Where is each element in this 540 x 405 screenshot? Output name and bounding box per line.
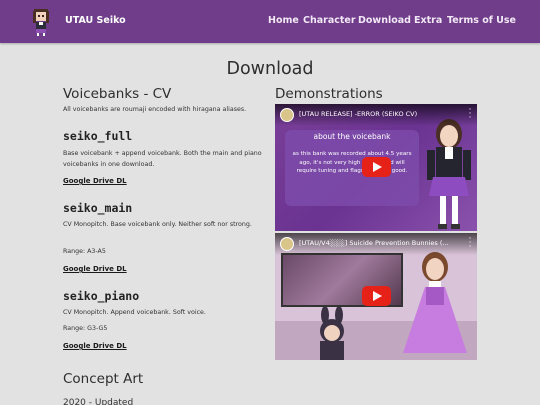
nav-terms-of-use[interactable]: Terms of Use bbox=[447, 15, 516, 26]
bank-desc-seiko-main: CV Monopitch. Base voicebank only. Neith… bbox=[63, 221, 252, 228]
play-button-icon[interactable] bbox=[362, 286, 391, 306]
seiko-character-art bbox=[427, 119, 471, 229]
voicebanks-heading: Voicebanks - CV bbox=[63, 86, 172, 102]
video-embed-error[interactable]: about the voicebank as this bank was rec… bbox=[275, 104, 477, 231]
bank-name-seiko-piano: seiko_piano bbox=[63, 289, 140, 303]
video-card-heading: about the voicebank bbox=[313, 132, 391, 141]
nav-home[interactable]: Home bbox=[268, 15, 299, 26]
video-title[interactable]: [UTAU/V4░░░] Suicide Prevention Bunnies … bbox=[299, 239, 461, 247]
bank-range-seiko-piano: Range: G3-G5 bbox=[63, 325, 108, 332]
bank-name-seiko-main: seiko_main bbox=[63, 201, 133, 215]
bank-desc-seiko-full: Base voicebank + append voicebank. Both … bbox=[63, 150, 262, 168]
bank-name-seiko-full: seiko_full bbox=[63, 129, 133, 143]
concept-art-subheading: 2020 - Updated bbox=[63, 398, 134, 405]
bunny-hood-character-art bbox=[320, 307, 344, 360]
nav-extra[interactable]: Extra bbox=[414, 15, 442, 26]
more-options-icon[interactable]: · · · bbox=[467, 106, 473, 123]
page-title: Download bbox=[226, 59, 314, 79]
nav-download[interactable]: Download bbox=[358, 15, 411, 26]
concept-art-heading: Concept Art bbox=[63, 371, 144, 387]
download-link-seiko-full[interactable]: Google Drive DL bbox=[63, 177, 127, 185]
video-embed-suicide-prevention-bunnies[interactable]: [UTAU/V4░░░] Suicide Prevention Bunnies … bbox=[275, 233, 477, 360]
bank-range-seiko-main: Range: A3-A5 bbox=[63, 248, 106, 255]
channel-avatar[interactable] bbox=[280, 237, 294, 251]
nav-character[interactable]: Character bbox=[303, 15, 356, 26]
video-card-text: as this bank was recorded about 4.5 year… bbox=[292, 151, 412, 174]
play-button-icon[interactable] bbox=[362, 157, 391, 177]
site-header: UTAU Seiko Home Character Download Extra… bbox=[0, 0, 540, 43]
download-link-seiko-piano[interactable]: Google Drive DL bbox=[63, 342, 127, 350]
more-options-icon[interactable]: · · · bbox=[467, 235, 473, 252]
seiko-avatar-logo[interactable] bbox=[29, 6, 53, 37]
bank-desc-seiko-piano: CV Monopitch. Append voicebank. Soft voi… bbox=[63, 309, 206, 316]
channel-avatar[interactable] bbox=[280, 108, 294, 122]
voicebanks-intro: All voicebanks are roumaji encoded with … bbox=[63, 106, 247, 113]
brand-name[interactable]: UTAU Seiko bbox=[65, 15, 126, 26]
video-title[interactable]: [UTAU RELEASE] -ERROR (SEIKO CV) bbox=[299, 110, 461, 118]
demonstrations-heading: Demonstrations bbox=[275, 86, 383, 102]
pink-dress-character-art bbox=[403, 252, 467, 353]
download-link-seiko-main[interactable]: Google Drive DL bbox=[63, 265, 127, 273]
